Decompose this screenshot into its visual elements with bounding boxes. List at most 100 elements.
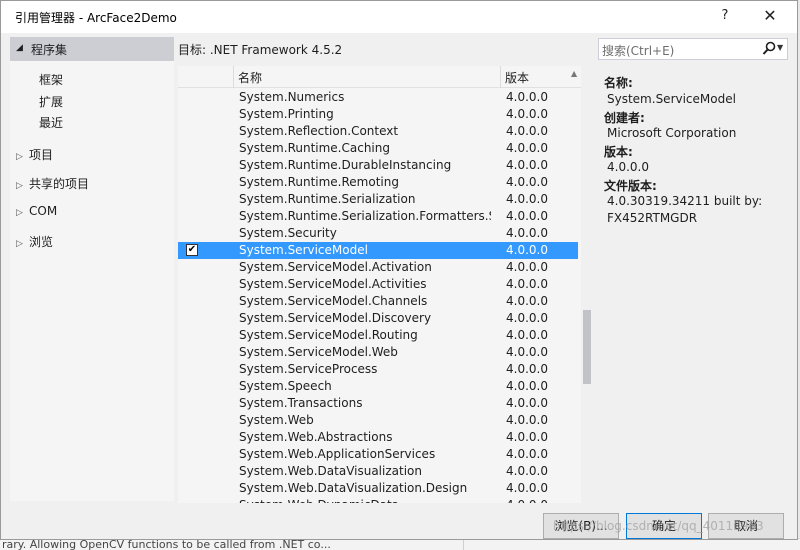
table-row[interactable]: System.Security 4.0.0.0 xyxy=(178,225,578,242)
assembly-list: 名称 版本 ▲ System.Numerics 4.0.0.0 System.Pri… xyxy=(178,66,593,503)
row-version: 4.0.0.0 xyxy=(506,141,548,155)
table-row[interactable]: System.Runtime.Remoting 4.0.0.0 xyxy=(178,174,578,191)
row-name: System.Numerics xyxy=(239,90,345,104)
table-row[interactable]: System.ServiceModel.Activation 4.0.0.0 xyxy=(178,259,578,276)
row-name: System.ServiceProcess xyxy=(239,362,378,376)
table-row[interactable]: System.Web.ApplicationServices 4.0.0.0 xyxy=(178,446,578,463)
row-version: 4.0.0.0 xyxy=(506,192,548,206)
search-icon[interactable] xyxy=(762,41,776,57)
collapsed-triangle-icon: ▷ xyxy=(16,208,23,218)
column-header-name[interactable]: 名称 xyxy=(238,69,262,86)
row-version: 4.0.0.0 xyxy=(506,413,548,427)
sidebar-item-label: 共享的项目 xyxy=(29,177,90,191)
row-version: 4.0.0.0 xyxy=(506,396,548,410)
row-version: 4.0.0.0 xyxy=(506,175,548,189)
table-row[interactable]: System.Reflection.Context 4.0.0.0 xyxy=(178,123,578,140)
table-row[interactable]: System.Web 4.0.0.0 xyxy=(178,412,578,429)
table-row[interactable]: System.Web.DynamicData 4.0.0.0 xyxy=(178,497,578,503)
row-version: 4.0.0.0 xyxy=(506,328,548,342)
scrollbar-thumb[interactable] xyxy=(583,310,591,384)
table-row[interactable]: System.Numerics 4.0.0.0 xyxy=(178,89,578,106)
table-row[interactable]: System.Web.DataVisualization.Design 4.0.0… xyxy=(178,480,578,497)
row-name: System.Printing xyxy=(239,107,334,121)
row-version: 4.0.0.0 xyxy=(506,90,548,104)
row-name: System.Runtime.DurableInstancing xyxy=(239,158,452,172)
row-name: System.Runtime.Caching xyxy=(239,141,390,155)
table-row[interactable]: System.Runtime.Serialization.Formatters.… xyxy=(178,208,578,225)
row-name: System.ServiceModel.Activities xyxy=(239,277,427,291)
table-row[interactable]: System.Runtime.Serialization 4.0.0.0 xyxy=(178,191,578,208)
row-name: System.Runtime.Remoting xyxy=(239,175,399,189)
table-row[interactable]: System.ServiceModel.Activities 4.0.0.0 xyxy=(178,276,578,293)
row-version: 4.0.0.0 xyxy=(506,498,548,503)
table-row[interactable]: System.ServiceModel.Routing 4.0.0.0 xyxy=(178,327,578,344)
table-row[interactable]: System.ServiceModel.Web 4.0.0.0 xyxy=(178,344,578,361)
table-row[interactable]: ✔ System.ServiceModel 4.0.0.0 xyxy=(178,242,578,259)
sidebar-item-recent[interactable]: 最近 xyxy=(39,114,63,131)
row-checkbox[interactable]: ✔ xyxy=(186,244,198,256)
detail-file-version-value: 4.0.30319.34211 built by: xyxy=(607,194,763,208)
vertical-scrollbar[interactable] xyxy=(581,66,593,503)
row-version: 4.0.0.0 xyxy=(506,311,548,325)
title-bar[interactable]: 引用管理器 - ArcFace2Demo ? ✕ xyxy=(1,1,797,33)
sidebar-item-extensions[interactable]: 扩展 xyxy=(39,93,63,110)
sidebar-item-shared-projects[interactable]: ▷ 共享的项目 xyxy=(16,175,89,192)
column-header-version[interactable]: 版本 xyxy=(505,69,529,86)
sidebar-group-assemblies[interactable]: ◢ 程序集 xyxy=(10,37,174,61)
table-row[interactable]: System.Runtime.Caching 4.0.0.0 xyxy=(178,140,578,157)
sidebar-item-com[interactable]: ▷ COM xyxy=(16,204,57,218)
table-row[interactable]: System.Transactions 4.0.0.0 xyxy=(178,395,578,412)
table-row[interactable]: System.Runtime.DurableInstancing 4.0.0.0 xyxy=(178,157,578,174)
detail-creator-label: 创建者: xyxy=(604,111,645,125)
table-row[interactable]: System.Web.Abstractions 4.0.0.0 xyxy=(178,429,578,446)
table-row[interactable]: System.ServiceModel.Discovery 4.0.0.0 xyxy=(178,310,578,327)
sidebar-item-framework[interactable]: 框架 xyxy=(39,71,63,88)
row-name: System.Transactions xyxy=(239,396,363,410)
browse-button[interactable]: 浏览(B)... xyxy=(543,513,619,539)
search-options-dropdown-icon[interactable]: ▼ xyxy=(777,43,783,52)
list-header: 名称 版本 ▲ xyxy=(178,66,581,88)
detail-name-value: System.ServiceModel xyxy=(607,92,736,106)
help-icon[interactable]: ? xyxy=(712,5,738,27)
row-name: System.Web.ApplicationServices xyxy=(239,447,436,461)
collapsed-triangle-icon: ▷ xyxy=(16,181,23,191)
column-divider[interactable] xyxy=(233,66,234,88)
assembly-rows: System.Numerics 4.0.0.0 System.Printing 4.0… xyxy=(178,89,578,503)
ok-button[interactable]: 确定 xyxy=(626,513,702,539)
table-row[interactable]: System.ServiceProcess 4.0.0.0 xyxy=(178,361,578,378)
close-icon[interactable]: ✕ xyxy=(757,5,783,27)
reference-manager-dialog: 引用管理器 - ArcFace2Demo ? ✕ ◢ 程序集 框架 扩展 最近 … xyxy=(0,0,798,540)
table-row[interactable]: System.Web.DataVisualization 4.0.0.0 xyxy=(178,463,578,480)
sidebar-group-label: 程序集 xyxy=(31,43,68,57)
row-version: 4.0.0.0 xyxy=(506,447,548,461)
detail-file-version-label: 文件版本: xyxy=(604,179,657,193)
target-framework-label: 目标: .NET Framework 4.5.2 xyxy=(178,43,343,57)
detail-creator-value: Microsoft Corporation xyxy=(607,126,737,140)
table-row[interactable]: System.Printing 4.0.0.0 xyxy=(178,106,578,123)
sidebar-item-browse[interactable]: ▷ 浏览 xyxy=(16,233,53,250)
column-divider[interactable] xyxy=(500,66,501,88)
search-input[interactable]: 搜索(Ctrl+E) ▼ xyxy=(598,38,788,60)
row-name: System.Web.DataVisualization.Design xyxy=(239,481,468,495)
detail-name-label: 名称: xyxy=(604,76,633,90)
table-row[interactable]: System.Speech 4.0.0.0 xyxy=(178,378,578,395)
row-version: 4.0.0.0 xyxy=(506,226,548,240)
row-name: System.ServiceModel.Routing xyxy=(239,328,418,342)
row-version: 4.0.0.0 xyxy=(506,277,548,291)
detail-file-version-build: FX452RTMGDR xyxy=(607,211,698,225)
cancel-button[interactable]: 取消 xyxy=(708,513,784,539)
table-row[interactable]: System.ServiceModel.Channels 4.0.0.0 xyxy=(178,293,578,310)
row-name: System.ServiceModel.Discovery xyxy=(239,311,432,325)
collapsed-triangle-icon: ▷ xyxy=(16,152,23,162)
sidebar-item-label: COM xyxy=(29,204,58,218)
row-version: 4.0.0.0 xyxy=(506,430,548,444)
detail-version-label: 版本: xyxy=(604,145,633,159)
row-version: 4.0.0.0 xyxy=(506,124,548,138)
sidebar-item-projects[interactable]: ▷ 项目 xyxy=(16,146,53,163)
row-version: 4.0.0.0 xyxy=(506,345,548,359)
background-divider xyxy=(463,539,464,550)
expanded-triangle-icon: ◢ xyxy=(16,43,23,53)
row-version: 4.0.0.0 xyxy=(506,464,548,478)
search-placeholder: 搜索(Ctrl+E) xyxy=(602,44,675,58)
collapsed-triangle-icon: ▷ xyxy=(16,239,23,249)
